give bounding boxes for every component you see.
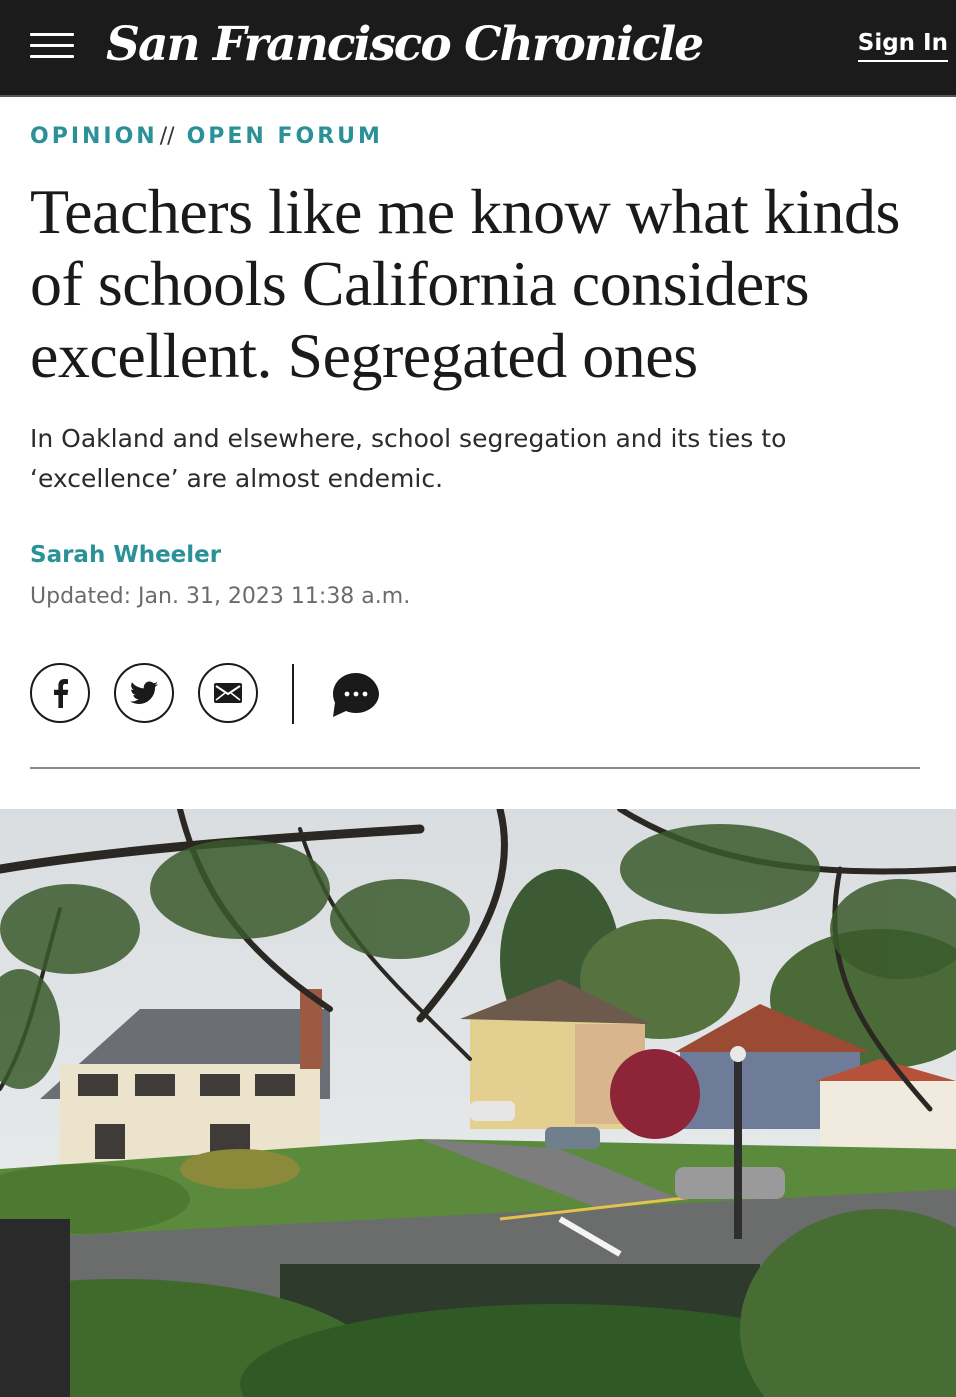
breadcrumb-separator: // (159, 124, 175, 149)
site-logo[interactable]: San Francisco Chronicle (106, 12, 704, 78)
residential-street-photo (0, 809, 956, 1397)
email-icon (214, 683, 242, 703)
section-link-open-forum[interactable]: OPEN FORUM (187, 124, 383, 149)
section-divider (30, 767, 920, 769)
twitter-share-button[interactable] (114, 663, 174, 723)
hero-photo (0, 809, 956, 1397)
comment-icon (333, 673, 379, 717)
article-headline: Teachers like me know what kinds of scho… (30, 176, 900, 391)
updated-timestamp: Updated: Jan. 31, 2023 11:38 a.m. (30, 584, 411, 609)
author-byline[interactable]: Sarah Wheeler (30, 542, 221, 568)
sign-in-link[interactable]: Sign In (857, 30, 948, 62)
hamburger-menu-icon[interactable] (30, 33, 74, 59)
article-subheadline: In Oakland and elsewhere, school segrega… (30, 424, 787, 493)
top-navigation-bar: San Francisco Chronicle Sign In (0, 0, 956, 97)
facebook-icon (54, 679, 69, 708)
facebook-share-button[interactable] (30, 663, 90, 723)
share-divider (292, 664, 294, 724)
comments-button[interactable] (331, 671, 381, 719)
twitter-icon (130, 681, 158, 704)
section-breadcrumb: OPINION// OPEN FORUM (30, 124, 383, 149)
email-share-button[interactable] (198, 663, 258, 723)
section-link-opinion[interactable]: OPINION (30, 124, 158, 149)
